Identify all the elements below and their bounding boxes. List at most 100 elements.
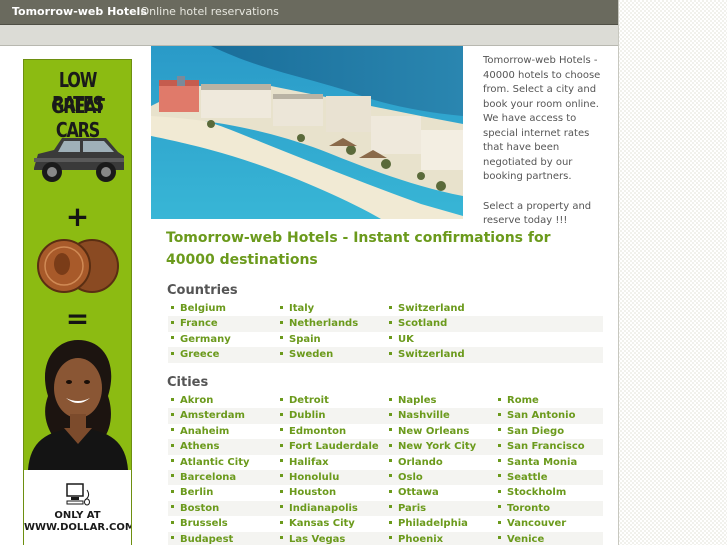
- city-link[interactable]: Barcelona: [168, 470, 277, 485]
- city-link[interactable]: Stockholm: [495, 485, 603, 500]
- city-link[interactable]: Ottawa: [386, 485, 495, 500]
- link-label[interactable]: Greece: [180, 349, 219, 360]
- link-label[interactable]: San Francisco: [507, 441, 585, 452]
- link-label[interactable]: Belgium: [180, 303, 226, 314]
- link-label[interactable]: Barcelona: [180, 472, 236, 483]
- link-label[interactable]: Atlantic City: [180, 457, 250, 468]
- link-label[interactable]: Spain: [289, 334, 321, 345]
- city-link[interactable]: Seattle: [495, 470, 603, 485]
- city-link[interactable]: Athens: [168, 439, 277, 454]
- link-label[interactable]: Naples: [398, 395, 436, 406]
- city-link[interactable]: Budapest: [168, 532, 277, 545]
- city-link[interactable]: Venice: [495, 532, 603, 545]
- link-label[interactable]: Boston: [180, 503, 219, 514]
- link-label[interactable]: Halifax: [289, 457, 329, 468]
- city-link[interactable]: Phoenix: [386, 532, 495, 545]
- link-label[interactable]: Scotland: [398, 318, 447, 329]
- site-title[interactable]: Tomorrow-web Hotels: [12, 0, 147, 24]
- link-label[interactable]: Rome: [507, 395, 539, 406]
- link-label[interactable]: Honolulu: [289, 472, 339, 483]
- city-link[interactable]: Oslo: [386, 470, 495, 485]
- link-label[interactable]: Sweden: [289, 349, 333, 360]
- link-label[interactable]: Dublin: [289, 410, 326, 421]
- city-link[interactable]: Orlando: [386, 455, 495, 470]
- link-label[interactable]: France: [180, 318, 218, 329]
- link-label[interactable]: Houston: [289, 487, 336, 498]
- link-label[interactable]: Paris: [398, 503, 426, 514]
- link-label[interactable]: Brussels: [180, 518, 228, 529]
- link-label[interactable]: Switzerland: [398, 349, 465, 360]
- link-label[interactable]: San Antonio: [507, 410, 575, 421]
- link-label[interactable]: Vancouver: [507, 518, 566, 529]
- link-label[interactable]: Indianapolis: [289, 503, 358, 514]
- link-label[interactable]: San Diego: [507, 426, 564, 437]
- city-link[interactable]: Santa Monia: [495, 455, 603, 470]
- link-label[interactable]: New York City: [398, 441, 476, 452]
- city-link[interactable]: Paris: [386, 501, 495, 516]
- link-label[interactable]: Venice: [507, 534, 544, 545]
- link-label[interactable]: New Orleans: [398, 426, 469, 437]
- city-link[interactable]: San Diego: [495, 424, 603, 439]
- country-link[interactable]: Netherlands: [277, 316, 386, 331]
- country-link[interactable]: UK: [386, 332, 495, 347]
- link-label[interactable]: Anaheim: [180, 426, 229, 437]
- link-label[interactable]: Athens: [180, 441, 220, 452]
- city-link[interactable]: Naples: [386, 393, 495, 408]
- country-link[interactable]: Switzerland: [386, 301, 495, 316]
- link-label[interactable]: Nashville: [398, 410, 450, 421]
- city-link[interactable]: Nashville: [386, 408, 495, 423]
- city-link[interactable]: Atlantic City: [168, 455, 277, 470]
- link-label[interactable]: Fort Lauderdale: [289, 441, 379, 452]
- city-link[interactable]: Edmonton: [277, 424, 386, 439]
- country-link[interactable]: Belgium: [168, 301, 277, 316]
- country-link[interactable]: Greece: [168, 347, 277, 362]
- city-link[interactable]: Brussels: [168, 516, 277, 531]
- link-label[interactable]: Orlando: [398, 457, 443, 468]
- link-label[interactable]: Germany: [180, 334, 231, 345]
- country-link[interactable]: Italy: [277, 301, 386, 316]
- link-label[interactable]: Seattle: [507, 472, 548, 483]
- country-link[interactable]: Sweden: [277, 347, 386, 362]
- city-link[interactable]: Philadelphia: [386, 516, 495, 531]
- city-link[interactable]: San Antonio: [495, 408, 603, 423]
- city-link[interactable]: San Francisco: [495, 439, 603, 454]
- link-label[interactable]: UK: [398, 334, 414, 345]
- link-label[interactable]: Italy: [289, 303, 314, 314]
- city-link[interactable]: Anaheim: [168, 424, 277, 439]
- link-label[interactable]: Santa Monia: [507, 457, 577, 468]
- city-link[interactable]: Amsterdam: [168, 408, 277, 423]
- city-link[interactable]: Kansas City: [277, 516, 386, 531]
- city-link[interactable]: Berlin: [168, 485, 277, 500]
- city-link[interactable]: Halifax: [277, 455, 386, 470]
- link-label[interactable]: Budapest: [180, 534, 233, 545]
- link-label[interactable]: Edmonton: [289, 426, 346, 437]
- city-link[interactable]: New Orleans: [386, 424, 495, 439]
- link-label[interactable]: Kansas City: [289, 518, 355, 529]
- city-link[interactable]: Honolulu: [277, 470, 386, 485]
- city-link[interactable]: New York City: [386, 439, 495, 454]
- ad-footer-url[interactable]: WWW.DOLLAR.COM: [24, 522, 131, 533]
- city-link[interactable]: Indianapolis: [277, 501, 386, 516]
- country-link[interactable]: Spain: [277, 332, 386, 347]
- country-link[interactable]: Switzerland: [386, 347, 495, 362]
- link-label[interactable]: Amsterdam: [180, 410, 245, 421]
- link-label[interactable]: Phoenix: [398, 534, 443, 545]
- link-label[interactable]: Oslo: [398, 472, 423, 483]
- link-label[interactable]: Detroit: [289, 395, 329, 406]
- country-link[interactable]: Germany: [168, 332, 277, 347]
- link-label[interactable]: Toronto: [507, 503, 550, 514]
- link-label[interactable]: Ottawa: [398, 487, 439, 498]
- link-label[interactable]: Switzerland: [398, 303, 465, 314]
- link-label[interactable]: Philadelphia: [398, 518, 468, 529]
- city-link[interactable]: Houston: [277, 485, 386, 500]
- country-link[interactable]: France: [168, 316, 277, 331]
- link-label[interactable]: Stockholm: [507, 487, 566, 498]
- link-label[interactable]: Berlin: [180, 487, 213, 498]
- dollar-ad-banner[interactable]: LOW RATES GREAT CARS + = ONLY AT WWW.DOL…: [23, 59, 132, 545]
- city-link[interactable]: Rome: [495, 393, 603, 408]
- city-link[interactable]: Las Vegas: [277, 532, 386, 545]
- city-link[interactable]: Fort Lauderdale: [277, 439, 386, 454]
- link-label[interactable]: Netherlands: [289, 318, 358, 329]
- link-label[interactable]: Akron: [180, 395, 213, 406]
- city-link[interactable]: Boston: [168, 501, 277, 516]
